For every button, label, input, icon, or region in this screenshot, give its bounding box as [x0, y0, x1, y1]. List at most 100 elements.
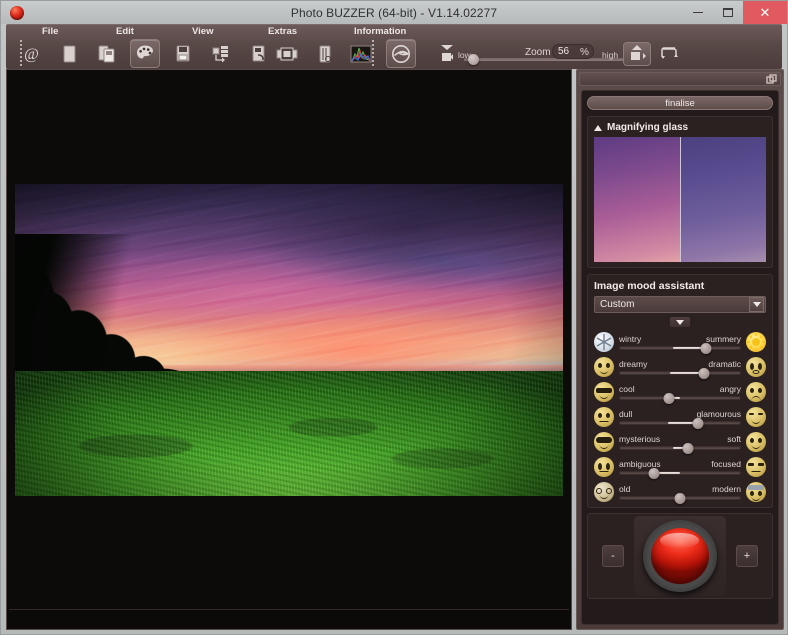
- zoom-unit-label: %: [580, 47, 589, 58]
- mood-expander-button[interactable]: [670, 317, 690, 327]
- apply-action-area: - +: [587, 513, 773, 599]
- snowflake-face-icon: [594, 332, 614, 352]
- decrease-button[interactable]: -: [602, 545, 624, 567]
- slider-right-label: summery: [706, 334, 741, 344]
- menu-information[interactable]: Information: [354, 26, 406, 37]
- slider-track[interactable]: [619, 393, 741, 404]
- slider-thumb[interactable]: [692, 418, 704, 429]
- slider-track[interactable]: [619, 443, 741, 454]
- slider-right-label: dramatic: [708, 359, 741, 369]
- focused-face-icon: [746, 457, 766, 477]
- maximize-button[interactable]: [713, 1, 743, 24]
- copy-pages-icon: [98, 45, 115, 62]
- slider-right-label: glamourous: [696, 409, 741, 419]
- histogram-button[interactable]: [346, 39, 376, 68]
- mood-slider-old-modern: old modern: [594, 482, 766, 504]
- dreamy-face-icon: [594, 357, 614, 377]
- finalise-button[interactable]: finalise: [587, 96, 773, 110]
- close-button[interactable]: ✕: [743, 1, 787, 24]
- slider-track[interactable]: [619, 418, 741, 429]
- slider-right-label: modern: [712, 484, 741, 494]
- masked-face-icon: [594, 432, 614, 452]
- toolbar-icon-row: @ low Zoom 56 % high: [6, 38, 782, 70]
- minimize-button[interactable]: [683, 1, 713, 24]
- preview-eye-button[interactable]: [386, 39, 416, 68]
- increase-button[interactable]: +: [736, 545, 758, 567]
- slider-body: dreamy dramatic: [619, 359, 741, 379]
- photo-content: [15, 184, 563, 496]
- quality-high-button[interactable]: [623, 42, 651, 66]
- slider-thumb[interactable]: [682, 443, 694, 454]
- slider-left-label: wintry: [619, 334, 642, 344]
- svg-text:@: @: [24, 46, 39, 63]
- mood-slider-ambiguous-focused: ambiguous focused: [594, 457, 766, 479]
- new-document-button[interactable]: [54, 39, 84, 68]
- measure-button[interactable]: [310, 39, 340, 68]
- window-title: Photo BUZZER (64-bit) - V1.14.02277: [290, 5, 498, 20]
- big-red-button-icon[interactable]: [643, 520, 717, 592]
- email-button[interactable]: @: [16, 39, 46, 68]
- slider-track[interactable]: [619, 368, 741, 379]
- work-area-status-strip: [9, 609, 569, 627]
- palette-button[interactable]: [130, 39, 160, 68]
- mood-slider-dreamy-dramatic: dreamy dramatic: [594, 357, 766, 379]
- slider-track[interactable]: [619, 468, 741, 479]
- magnifier-preview[interactable]: [594, 137, 766, 262]
- slider-thumb[interactable]: [648, 468, 660, 479]
- title-bar: Photo BUZZER (64-bit) - V1.14.02277 ✕: [1, 1, 787, 24]
- application-window: Photo BUZZER (64-bit) - V1.14.02277 ✕ Fi…: [0, 0, 788, 635]
- slider-thumb[interactable]: [698, 368, 710, 379]
- slider-thumb[interactable]: [700, 343, 712, 354]
- save-button[interactable]: [168, 39, 198, 68]
- shocked-face-icon: [746, 357, 766, 377]
- mood-slider-dull-glamourous: dull glamourous: [594, 407, 766, 429]
- slider-thumb[interactable]: [674, 493, 686, 504]
- filmstrip-icon: [276, 47, 298, 60]
- mood-slider-mysterious-soft: mysterious soft: [594, 432, 766, 454]
- modern-face-icon: [746, 482, 766, 502]
- ruler-icon: [319, 45, 331, 62]
- maximize-icon: [723, 8, 733, 17]
- batch-button[interactable]: [206, 39, 236, 68]
- magnifying-glass-section: Magnifying glass: [587, 116, 773, 268]
- panorama-button[interactable]: [272, 39, 302, 68]
- slider-track[interactable]: [619, 493, 741, 504]
- slider-body: wintry summery: [619, 334, 741, 354]
- slider-left-label: old: [619, 484, 631, 494]
- slider-right-label: focused: [711, 459, 741, 469]
- image-work-area[interactable]: [6, 69, 572, 630]
- menu-edit[interactable]: Edit: [116, 26, 134, 37]
- panel-header: [579, 72, 781, 86]
- camera-up-icon: [631, 45, 646, 60]
- eye-swirl-icon: [392, 44, 410, 63]
- photo-vignette: [15, 184, 563, 496]
- menu-file[interactable]: File: [42, 26, 58, 37]
- up-arrow-icon[interactable]: [594, 124, 602, 131]
- menu-view[interactable]: View: [192, 26, 213, 37]
- magnifier-split-divider[interactable]: [680, 137, 681, 262]
- magnifying-glass-title-row[interactable]: Magnifying glass: [594, 122, 766, 133]
- slider-right-label: angry: [719, 384, 741, 394]
- rotate-icon: [661, 46, 678, 59]
- detach-panel-icon[interactable]: [766, 74, 777, 85]
- mood-preset-select[interactable]: Custom: [594, 296, 766, 313]
- quality-slider-track[interactable]: [464, 58, 624, 61]
- mood-slider-wintry-summery: wintry summery: [594, 332, 766, 354]
- sunset-meadow-photo[interactable]: [15, 184, 563, 496]
- slider-thumb[interactable]: [663, 393, 675, 404]
- zoom-label: Zoom: [525, 47, 551, 58]
- rotate-button[interactable]: [654, 39, 684, 68]
- crop-button[interactable]: [244, 39, 274, 68]
- slider-track[interactable]: [619, 343, 741, 354]
- magnifier-after-half: [680, 137, 766, 262]
- slider-body: cool angry: [619, 384, 741, 404]
- glamourous-face-icon: [746, 407, 766, 427]
- big-red-button-dome: [651, 528, 709, 584]
- chevron-down-icon[interactable]: [749, 297, 764, 312]
- image-mood-assistant-section: Image mood assistant Custom wintry summe…: [587, 274, 773, 508]
- copy-button[interactable]: [92, 39, 122, 68]
- menu-extras[interactable]: Extras: [268, 26, 297, 37]
- blank-page-icon: [63, 45, 76, 62]
- quality-slider-thumb[interactable]: [468, 54, 479, 65]
- mood-slider-cool-angry: cool angry: [594, 382, 766, 404]
